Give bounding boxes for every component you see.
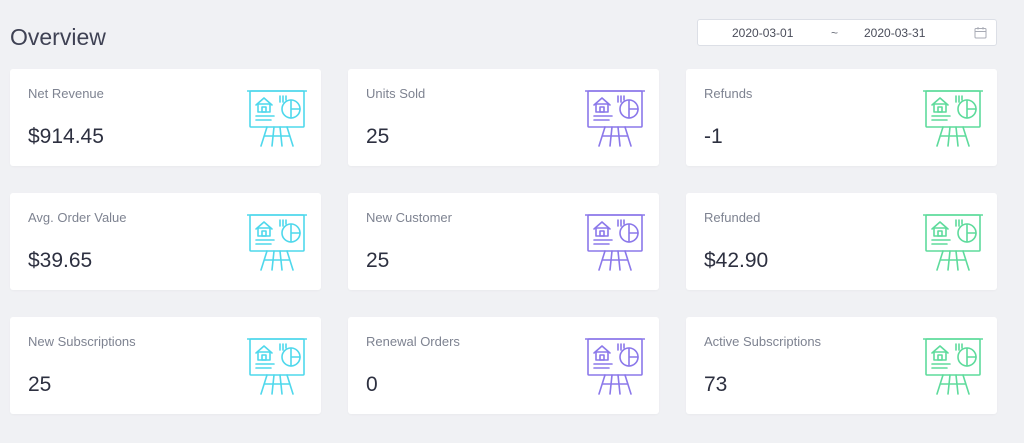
date-range-end[interactable]: 2020-03-31 [864,26,925,40]
card-label: Units Sold [366,86,426,101]
card-value: $42.90 [704,249,769,272]
card-value: $39.65 [28,249,93,272]
date-range-separator: ~ [831,26,839,40]
card-label: Refunds [704,86,753,101]
card-label: Net Revenue [28,86,104,101]
presentation-board-icon [584,336,646,396]
card-label: Refunded [704,210,761,225]
card-value: 25 [28,373,52,396]
stat-card-avg-order-value: Avg. Order Value $39.65 [10,193,321,290]
presentation-board-icon [584,212,646,272]
presentation-board-icon [922,212,984,272]
presentation-board-icon [246,336,308,396]
stat-card-active-subscriptions: Active Subscriptions 73 [686,317,997,414]
date-range-picker[interactable]: 2020-03-01 ~ 2020-03-31 [697,19,997,46]
card-value: 25 [366,249,390,272]
card-label: Renewal Orders [366,334,460,349]
presentation-board-icon [922,88,984,148]
card-value: 25 [366,125,390,148]
stat-card-renewal-orders: Renewal Orders 0 [348,317,659,414]
page-title: Overview [10,24,106,50]
card-label: New Customer [366,210,452,225]
stat-card-net-revenue: Net Revenue $914.45 [10,69,321,166]
presentation-board-icon [246,88,308,148]
overview-page: Overview 2020-03-01 ~ 2020-03-31 Net Rev… [0,0,1024,443]
stat-card-units-sold: Units Sold 25 [348,69,659,166]
calendar-icon[interactable] [974,26,987,39]
stat-card-new-subscriptions: New Subscriptions 25 [10,317,321,414]
stat-card-refunds: Refunds -1 [686,69,997,166]
card-label: Active Subscriptions [704,334,822,349]
card-value: -1 [704,125,723,148]
presentation-board-icon [922,336,984,396]
card-value: 73 [704,373,728,396]
stat-card-new-customer: New Customer 25 [348,193,659,290]
presentation-board-icon [584,88,646,148]
date-range-start[interactable]: 2020-03-01 [732,26,793,40]
card-value: $914.45 [28,125,104,148]
stat-card-refunded: Refunded $42.90 [686,193,997,290]
card-value: 0 [366,373,378,396]
card-label: Avg. Order Value [28,210,127,225]
presentation-board-icon [246,212,308,272]
card-label: New Subscriptions [28,334,136,349]
